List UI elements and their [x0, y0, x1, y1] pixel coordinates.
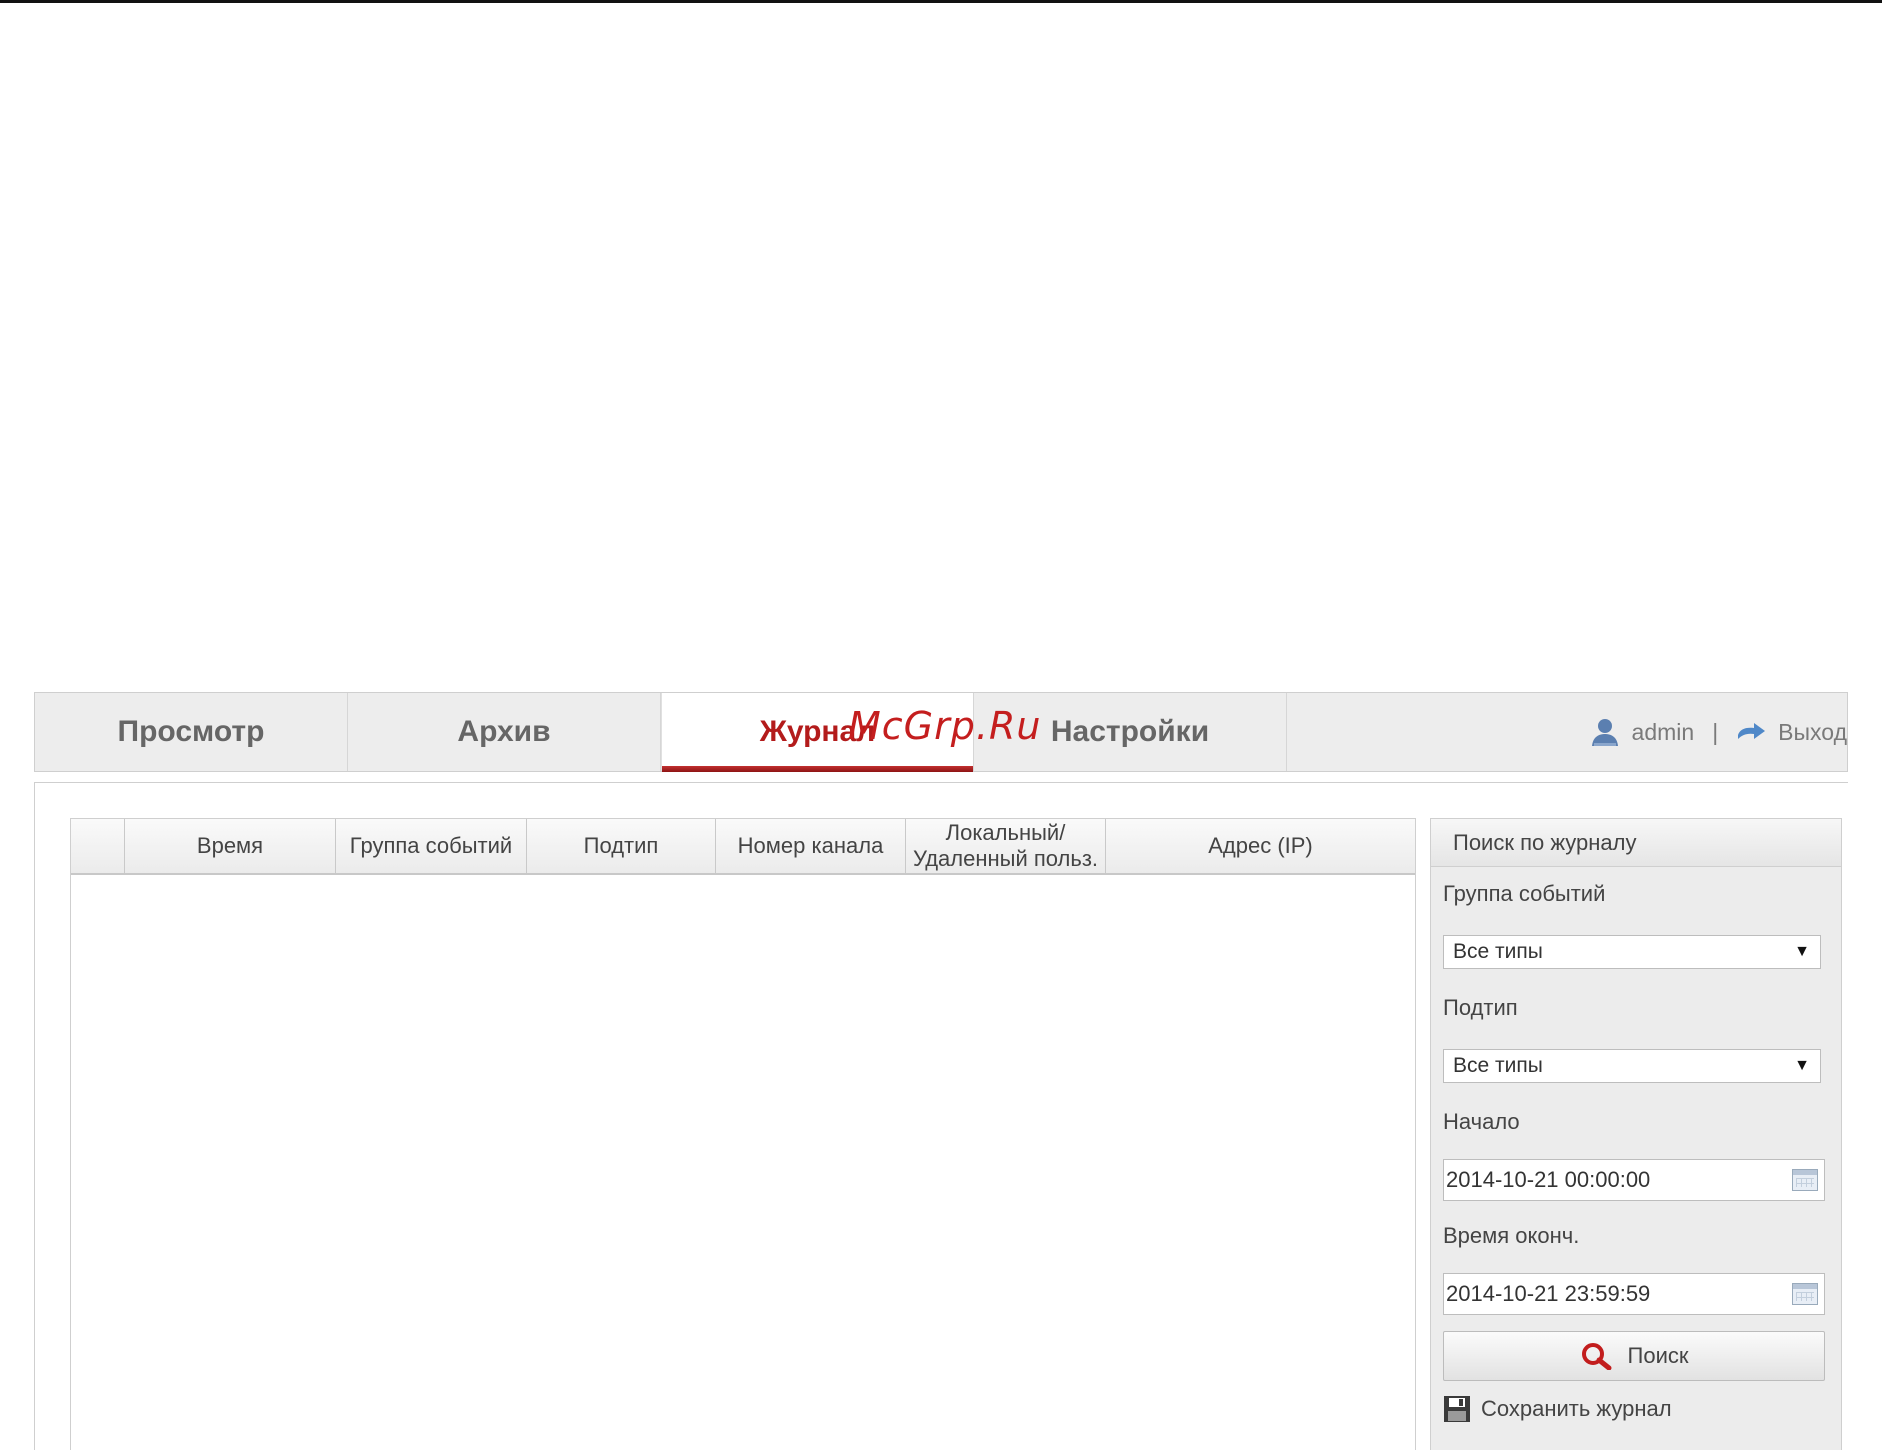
- user-icon: [1590, 717, 1620, 747]
- column-header-select[interactable]: [71, 819, 125, 873]
- column-header-ip-address[interactable]: Адрес (IP): [1106, 819, 1415, 873]
- search-button-label: Поиск: [1627, 1343, 1689, 1368]
- column-header-local-remote-user[interactable]: Локальный/ Удаленный польз.: [906, 819, 1106, 873]
- end-time-label: Время оконч.: [1443, 1223, 1580, 1248]
- start-time-input[interactable]: 2014-10-21 00:00:00: [1443, 1159, 1825, 1201]
- tab-playback[interactable]: Архив: [348, 693, 661, 771]
- logout-icon[interactable]: [1736, 721, 1766, 743]
- save-log-label: Сохранить журнал: [1481, 1396, 1672, 1421]
- subtype-value: Все типы: [1453, 1054, 1543, 1077]
- dropdown-arrow-icon: ▼: [1794, 1057, 1810, 1074]
- floppy-disk-icon: [1444, 1396, 1470, 1422]
- calendar-icon[interactable]: [1792, 1283, 1818, 1305]
- column-header-time[interactable]: Время: [125, 819, 336, 873]
- tab-playback-label: Архив: [457, 715, 551, 748]
- start-time-label: Начало: [1443, 1109, 1520, 1134]
- column-header-channel-number[interactable]: Номер канала: [716, 819, 906, 873]
- log-table: Время Группа событий Подтип Номер канала…: [70, 818, 1416, 1450]
- search-icon: [1581, 1343, 1612, 1370]
- search-button[interactable]: Поиск: [1443, 1331, 1825, 1381]
- subtype-label: Подтип: [1443, 995, 1518, 1020]
- log-search-panel: Поиск по журналу Группа событий Все типы…: [1430, 818, 1842, 1450]
- tab-live-view-label: Просмотр: [117, 715, 265, 748]
- event-group-value: Все типы: [1453, 940, 1543, 963]
- subtype-select[interactable]: Все типы ▼: [1443, 1049, 1821, 1083]
- tab-live-view[interactable]: Просмотр: [35, 693, 348, 771]
- start-time-value: 2014-10-21 00:00:00: [1446, 1167, 1651, 1192]
- table-body: [71, 875, 1415, 1451]
- event-group-select[interactable]: Все типы ▼: [1443, 935, 1821, 969]
- end-time-input[interactable]: 2014-10-21 23:59:59: [1443, 1273, 1825, 1315]
- top-rule: [0, 0, 1882, 3]
- table-header: Время Группа событий Подтип Номер канала…: [71, 819, 1415, 875]
- watermark-text: McGrp.Ru: [848, 704, 1042, 748]
- calendar-icon[interactable]: [1792, 1169, 1818, 1191]
- user-separator: |: [1712, 718, 1719, 745]
- save-log-link[interactable]: Сохранить журнал: [1443, 1395, 1672, 1423]
- logout-link[interactable]: Выход: [1778, 719, 1847, 746]
- event-group-label: Группа событий: [1443, 881, 1606, 906]
- search-panel-title: Поиск по журналу: [1431, 819, 1841, 867]
- username: admin: [1631, 718, 1695, 745]
- column-header-subtype[interactable]: Подтип: [527, 819, 716, 873]
- dropdown-arrow-icon: ▼: [1794, 943, 1810, 960]
- column-header-event-group[interactable]: Группа событий: [336, 819, 527, 873]
- tab-configuration-label: Настройки: [1050, 715, 1210, 748]
- user-area: admin | Выход: [1590, 693, 1847, 771]
- end-time-value: 2014-10-21 23:59:59: [1446, 1281, 1651, 1306]
